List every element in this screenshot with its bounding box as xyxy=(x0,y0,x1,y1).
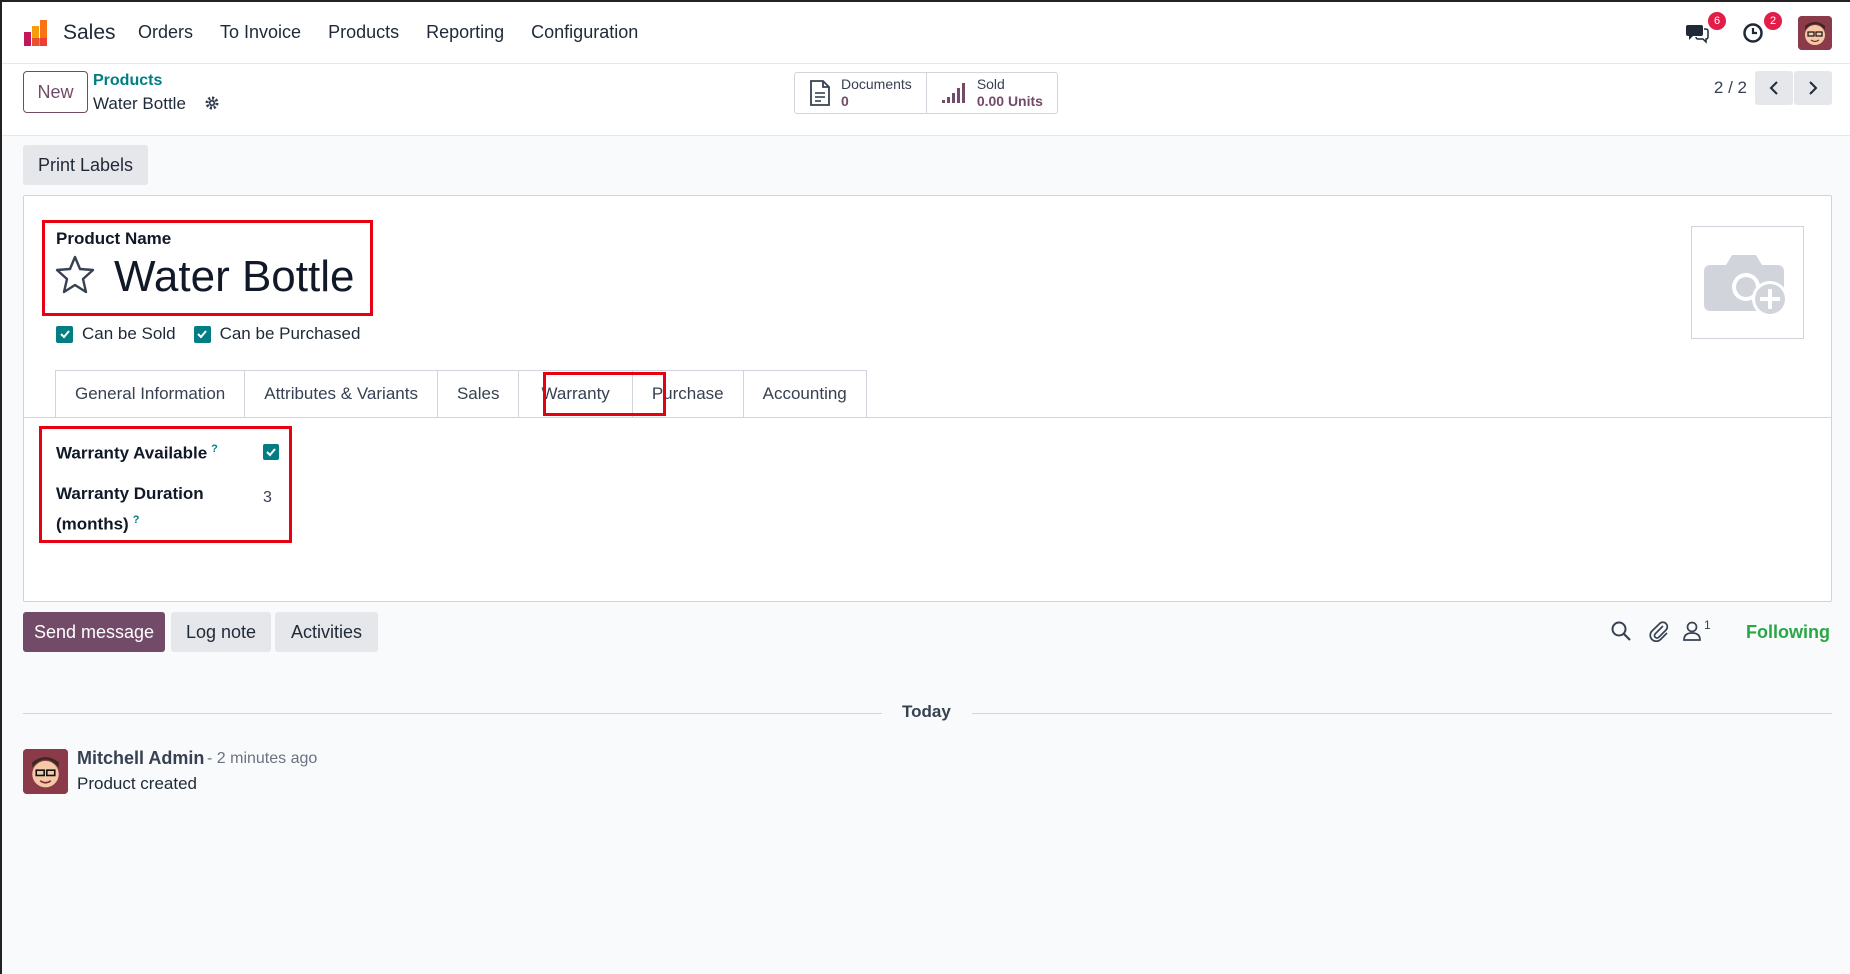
sold-smart-button[interactable]: Sold 0.00 Units xyxy=(927,73,1057,113)
can-be-purchased-checkbox[interactable] xyxy=(193,325,211,343)
smart-buttons: Documents 0 Sold 0.00 Units xyxy=(794,72,1058,114)
warranty-duration-unit: (months) xyxy=(56,514,129,534)
documents-label: Documents xyxy=(841,76,912,92)
tab-attributes-variants[interactable]: Attributes & Variants xyxy=(245,370,438,418)
warranty-duration-text: Warranty Duration xyxy=(56,484,204,503)
warranty-available-label: Warranty Available? xyxy=(56,436,218,467)
breadcrumb-parent[interactable]: Products xyxy=(93,72,162,90)
warranty-duration-label: Warranty Duration (months)? xyxy=(56,481,204,538)
send-message-button[interactable]: Send message xyxy=(23,612,165,652)
chevron-left-icon xyxy=(1769,81,1778,95)
help-tooltip-icon[interactable]: ? xyxy=(211,443,218,455)
activities-button[interactable]: 2 xyxy=(1738,12,1782,48)
can-be-purchased-label: Can be Purchased xyxy=(219,324,361,343)
search-icon[interactable] xyxy=(1610,620,1632,642)
date-separator-label: Today xyxy=(902,702,951,721)
top-navbar: Sales Orders To Invoice Products Reporti… xyxy=(2,2,1850,64)
tab-sales[interactable]: Sales xyxy=(437,370,520,418)
messages-badge: 6 xyxy=(1708,12,1726,30)
sales-app-icon[interactable] xyxy=(22,18,52,48)
pager-value[interactable]: 2 / 2 xyxy=(1714,78,1747,98)
check-icon xyxy=(59,330,70,339)
menu-reporting[interactable]: Reporting xyxy=(426,22,504,43)
sold-label: Sold xyxy=(976,76,1005,92)
product-name-input[interactable]: Water Bottle xyxy=(114,252,354,302)
documents-smart-button[interactable]: Documents 0 xyxy=(795,73,927,113)
menu-products[interactable]: Products xyxy=(328,22,399,43)
message-author-avatar[interactable] xyxy=(23,749,68,794)
app-name[interactable]: Sales xyxy=(63,21,116,45)
following-button[interactable]: Following xyxy=(1746,622,1830,643)
signal-bars-icon xyxy=(941,83,965,103)
can-be-sold-label: Can be Sold xyxy=(82,324,176,343)
menu-configuration[interactable]: Configuration xyxy=(531,22,638,43)
followers-count: 1 xyxy=(1704,618,1711,632)
camera-add-icon xyxy=(1703,254,1788,317)
favorite-star-icon[interactable] xyxy=(54,254,96,294)
avatar-face-icon xyxy=(1798,16,1832,50)
activities-badge: 2 xyxy=(1764,12,1782,30)
control-panel: New Products Water Bottle Documents 0 So… xyxy=(2,64,1850,136)
tab-general-information[interactable]: General Information xyxy=(55,370,246,418)
can-be-sold-checkbox[interactable] xyxy=(56,325,73,343)
chat-bubbles-icon xyxy=(1686,25,1709,44)
check-icon xyxy=(266,448,276,457)
followers-user-icon[interactable] xyxy=(1682,620,1702,642)
product-flags: Can be Sold Can be Purchased xyxy=(56,324,360,344)
activities-button[interactable]: Activities xyxy=(275,612,378,652)
new-button[interactable]: New xyxy=(23,71,88,113)
pager-previous-button[interactable] xyxy=(1755,71,1793,105)
breadcrumb-current: Water Bottle xyxy=(93,94,186,113)
warranty-available-checkbox[interactable] xyxy=(263,444,279,460)
clock-icon xyxy=(1743,23,1763,43)
check-icon xyxy=(197,330,207,339)
documents-count: 0 xyxy=(841,93,849,109)
gear-icon[interactable] xyxy=(204,95,220,111)
message-time: - 2 minutes ago xyxy=(207,750,318,767)
date-separator-right xyxy=(972,713,1832,714)
help-tooltip-icon[interactable]: ? xyxy=(133,514,140,526)
product-name-label: Product Name xyxy=(56,229,172,248)
avatar-face-icon xyxy=(23,749,68,794)
warranty-available-text: Warranty Available xyxy=(56,443,208,463)
form-sheet: Product Name Water Bottle Can be Sold Ca… xyxy=(23,195,1832,602)
tab-divider xyxy=(24,417,1831,418)
systray: 6 2 xyxy=(1656,12,1832,50)
print-labels-button[interactable]: Print Labels xyxy=(23,145,148,185)
app-frame: Sales Orders To Invoice Products Reporti… xyxy=(0,0,1850,974)
product-image-placeholder[interactable] xyxy=(1691,226,1804,339)
main-menu: Orders To Invoice Products Reporting Con… xyxy=(138,22,665,43)
warranty-duration-input[interactable]: 3 xyxy=(263,489,272,507)
chevron-right-icon xyxy=(1809,81,1818,95)
paperclip-icon[interactable] xyxy=(1648,620,1670,642)
menu-orders[interactable]: Orders xyxy=(138,22,193,43)
message-author[interactable]: Mitchell Admin xyxy=(77,748,204,769)
highlight-warranty-tab xyxy=(543,372,666,416)
sold-value: 0.00 Units xyxy=(976,93,1043,109)
notebook-tabs: General Information Attributes & Variant… xyxy=(55,370,867,418)
pager-next-button[interactable] xyxy=(1794,71,1832,105)
tab-accounting[interactable]: Accounting xyxy=(743,370,867,418)
document-icon xyxy=(810,80,830,106)
date-separator-left xyxy=(23,713,882,714)
user-avatar[interactable] xyxy=(1798,16,1832,50)
message-body: Product created xyxy=(77,774,198,793)
log-note-button[interactable]: Log note xyxy=(171,612,271,652)
messages-button[interactable]: 6 xyxy=(1682,12,1726,48)
menu-to-invoice[interactable]: To Invoice xyxy=(220,22,301,43)
